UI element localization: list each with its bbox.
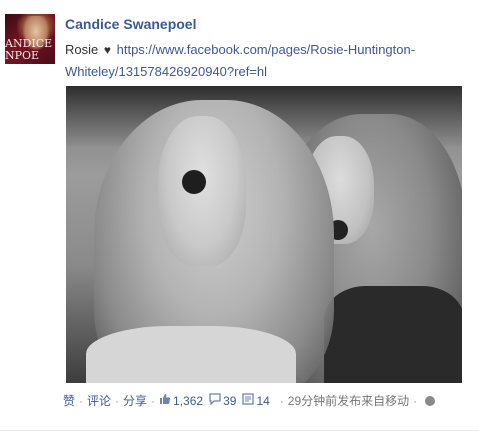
- comments-count[interactable]: 39: [223, 392, 236, 410]
- likes-count[interactable]: 1,362: [173, 392, 203, 410]
- like-button[interactable]: 赞: [63, 392, 75, 410]
- post-text-prefix: Rosie: [65, 42, 99, 57]
- author-avatar[interactable]: ANDICE NPOE: [5, 14, 55, 64]
- post-text: Rosie ♥ https://www.facebook.com/pages/R…: [65, 39, 455, 82]
- post-timestamp[interactable]: 29分钟前发布来自移动: [288, 392, 409, 410]
- separator-dot: ·: [115, 394, 120, 408]
- separator-dot: ·: [79, 394, 84, 408]
- separator-dot: ·: [279, 394, 284, 408]
- avatar-text: ANDICE NPOE: [5, 37, 53, 62]
- share-icon: [242, 392, 255, 410]
- photo-person-right-top: [324, 286, 462, 383]
- post-link[interactable]: https://www.facebook.com/pages/Rosie-Hun…: [65, 42, 415, 79]
- bottom-divider: [0, 430, 479, 431]
- photo-person-left-top: [86, 326, 296, 383]
- globe-icon[interactable]: [425, 396, 436, 406]
- comment-bubble-icon: [209, 392, 221, 410]
- shares-count[interactable]: 14: [256, 392, 269, 410]
- photo-person-left-mouth: [182, 170, 206, 194]
- post-photo[interactable]: [66, 86, 462, 383]
- separator-dot: ·: [151, 394, 156, 408]
- thumbs-up-icon: [159, 392, 171, 410]
- heart-icon: ♥: [103, 43, 111, 57]
- comment-button[interactable]: 评论: [87, 392, 111, 410]
- post-actions: 赞 · 评论 · 分享 · 1,362 39 14 · 29分钟前发布来自移动 …: [63, 392, 436, 410]
- photo-person-left-face: [158, 116, 246, 266]
- share-button[interactable]: 分享: [123, 392, 147, 410]
- separator-dot: ·: [413, 394, 418, 408]
- author-name[interactable]: Candice Swanepoel: [65, 15, 196, 33]
